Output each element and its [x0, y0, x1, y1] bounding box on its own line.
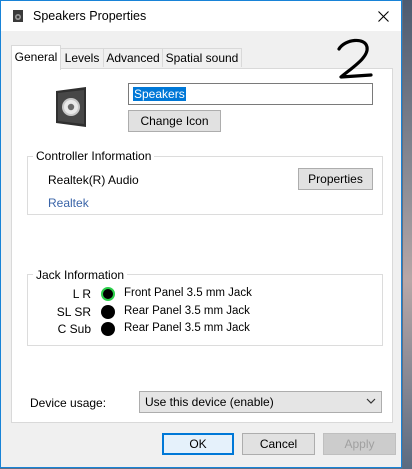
- tab-label: Levels: [64, 51, 100, 65]
- device-usage-select[interactable]: Use this device (enable): [139, 391, 382, 413]
- window-title: Speakers Properties: [33, 9, 147, 23]
- jack-indicator-icon: [101, 305, 115, 319]
- device-usage-label: Device usage:: [30, 396, 107, 410]
- handwritten-annotation-2: [337, 38, 373, 79]
- cancel-button[interactable]: Cancel: [242, 433, 315, 455]
- jack-connected-indicator-icon: [101, 287, 115, 301]
- chevron-down-icon: [366, 398, 376, 404]
- ok-button[interactable]: OK: [162, 433, 234, 455]
- jack-channel: C Sub: [57, 322, 91, 336]
- cancel-label: Cancel: [259, 437, 298, 451]
- jack-info-label: Jack Information: [33, 268, 128, 282]
- controller-properties-button[interactable]: Properties: [298, 168, 373, 190]
- tab-levels[interactable]: Levels: [60, 48, 104, 67]
- change-icon-label: Change Icon: [140, 114, 209, 128]
- jack-description: Front Panel 3.5 mm Jack: [124, 287, 252, 299]
- title-bar[interactable]: Speakers Properties: [1, 1, 401, 31]
- speaker-title-icon: [13, 10, 23, 22]
- device-name-input[interactable]: Speakers: [128, 83, 373, 105]
- change-icon-button[interactable]: Change Icon: [128, 110, 221, 132]
- close-icon: [377, 10, 389, 22]
- jack-description: Rear Panel 3.5 mm Jack: [124, 305, 250, 317]
- desktop-background: [403, 0, 412, 469]
- controller-name: Realtek(R) Audio: [48, 173, 139, 187]
- properties-window: Speakers Properties General Levels Advan…: [0, 0, 402, 468]
- properties-label: Properties: [308, 172, 363, 186]
- tab-spatial-sound[interactable]: Spatial sound: [162, 48, 242, 67]
- jack-indicator-icon: [101, 322, 115, 336]
- controller-vendor-link[interactable]: Realtek: [48, 196, 89, 210]
- ok-label: OK: [189, 437, 207, 451]
- jack-channel: SL SR: [56, 305, 91, 319]
- tab-label: Advanced: [106, 51, 160, 65]
- jack-row-lr: L R: [51, 287, 91, 303]
- jack-description: Rear Panel 3.5 mm Jack: [124, 322, 250, 334]
- apply-label: Apply: [344, 437, 375, 451]
- tab-general[interactable]: General: [11, 45, 61, 70]
- jack-row-slsr: SL SR: [51, 305, 91, 321]
- speaker-device-icon: [56, 87, 86, 127]
- controller-info-label: Controller Information: [33, 149, 155, 163]
- tab-label: General: [14, 50, 58, 64]
- device-usage-value: Use this device (enable): [145, 395, 274, 409]
- jack-row-csub: C Sub: [51, 322, 91, 338]
- device-name-value: Speakers: [133, 87, 186, 101]
- jack-channel: L R: [72, 287, 91, 301]
- tab-label: Spatial sound: [165, 51, 239, 65]
- close-button[interactable]: [365, 1, 401, 31]
- apply-button[interactable]: Apply: [323, 433, 396, 455]
- tab-advanced[interactable]: Advanced: [103, 48, 163, 67]
